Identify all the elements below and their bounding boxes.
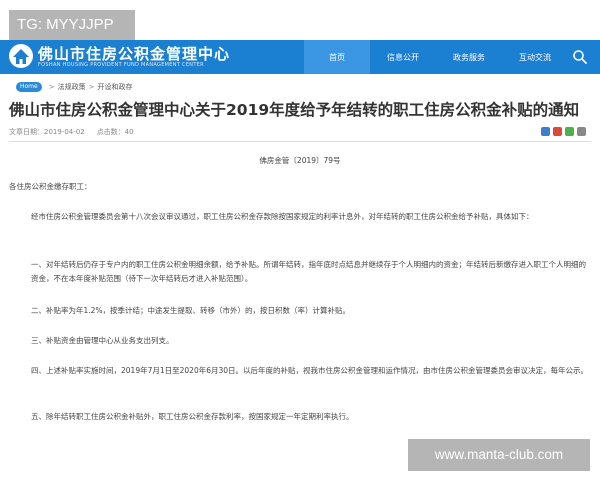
site-title[interactable]: 佛山市住房公积金管理中心 [38, 43, 230, 64]
breadcrumb-item-current[interactable]: 开设和政存 [97, 82, 132, 92]
paragraph-5: 四、上述补贴率实施时间，2019年7月1日至2020年6月30日。以后年度的补贴… [31, 366, 589, 375]
nav-item-home[interactable]: 首页 [304, 40, 370, 74]
share-weibo-icon[interactable] [553, 127, 562, 136]
nav-item-gov-services[interactable]: 政务服务 [436, 40, 502, 74]
share-qzone-icon[interactable] [541, 127, 550, 136]
search-icon[interactable] [572, 49, 588, 65]
document-number: 佛房金管〔2019〕79号 [259, 156, 341, 165]
article-date: 文章日期：2019-04-02 [9, 128, 85, 136]
watermark-bottom: www.manta-club.com [408, 439, 590, 471]
watermark-top: TG: MYYJJPP [9, 10, 135, 40]
breadcrumb-home[interactable]: Home [16, 82, 42, 92]
house-logo-icon [9, 44, 33, 68]
nav-item-interaction[interactable]: 互动交流 [502, 40, 568, 74]
paragraph-4: 三、补贴资金由管理中心从业务支出列支。 [31, 336, 174, 345]
paragraph-2: 一、对年结转后仍存于专户内的职工住房公积金明细余额，给予补贴。所谓年结转，指年底… [31, 260, 586, 283]
site-header: 佛山市住房公积金管理中心 FOSHAN HOUSING PROVIDENT FU… [0, 40, 600, 74]
breadcrumb-separator: > [48, 83, 55, 91]
site-subtitle: FOSHAN HOUSING PROVIDENT FUND MANAGEMENT… [38, 62, 204, 68]
salutation: 各住房公积金缴存职工： [9, 182, 92, 191]
paragraph-6: 五、除年结转职工住房公积金补贴外，职工住房公积金存款利率，按国家规定一年定期利率… [31, 412, 354, 421]
breadcrumb: Home > 法规政策 > 开设和政存 [16, 82, 132, 92]
share-bar [541, 127, 586, 136]
paragraph-3: 二、补贴率为年1.2%，按季计结；中途发生提取、转移（市外）的，按日积数（率）计… [31, 306, 351, 315]
main-nav: 首页 信息公开 政务服务 互动交流 [304, 40, 568, 74]
article-views: 点击数：40 [96, 128, 134, 136]
title-divider [9, 141, 591, 142]
breadcrumb-separator: > [88, 83, 95, 91]
share-wechat-icon[interactable] [565, 127, 574, 136]
share-print-icon[interactable] [577, 127, 586, 136]
article-title: 佛山市住房公积金管理中心关于2019年度给予年结转的职工住房公积金补贴的通知 [9, 101, 580, 119]
breadcrumb-item-regulations[interactable]: 法规政策 [58, 82, 86, 92]
paragraph-1: 经市住房公积金管理委员会第十八次会议审议通过，职工住房公积金存款除按国家规定的利… [31, 212, 534, 221]
nav-item-info-disclosure[interactable]: 信息公开 [370, 40, 436, 74]
article-meta: 文章日期：2019-04-02 点击数：40 [9, 127, 134, 137]
